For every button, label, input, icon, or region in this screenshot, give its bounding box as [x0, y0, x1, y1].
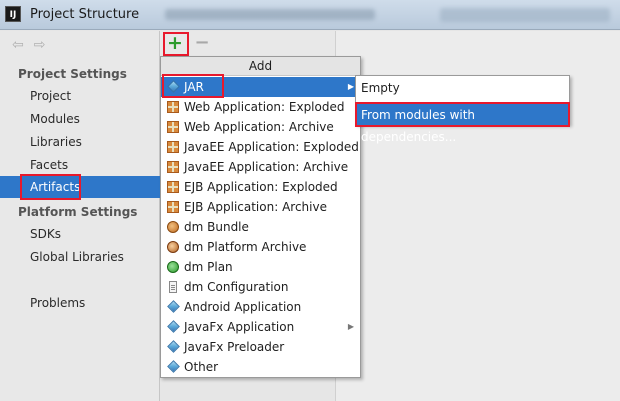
menu-item-label: dm Bundle	[184, 220, 249, 234]
menu-item-label: JavaEE Application: Exploded	[184, 140, 359, 154]
other-icon	[167, 360, 180, 373]
javafx-app-icon	[167, 320, 180, 333]
popup-header: Add	[161, 57, 360, 76]
menu-item-label: dm Plan	[184, 260, 233, 274]
menu-item-ejb-archive[interactable]: EJB Application: Archive	[161, 197, 360, 217]
javaee-archive-icon	[167, 161, 179, 173]
menu-item-label: EJB Application: Archive	[184, 200, 327, 214]
nav-item-sdks[interactable]: SDKs	[0, 223, 160, 245]
menu-item-android-app[interactable]: Android Application	[161, 297, 360, 317]
submenu-separator	[356, 102, 569, 103]
nav-item-facets[interactable]: Facets	[0, 154, 160, 176]
dm-bundle-icon	[167, 221, 179, 233]
menu-item-web-app-archive[interactable]: Web Application: Archive	[161, 117, 360, 137]
add-icon[interactable]: +	[165, 34, 185, 54]
intellij-app-icon: IJ	[5, 6, 21, 22]
menu-item-dm-plan[interactable]: dm Plan	[161, 257, 360, 277]
nav-item-global-libraries[interactable]: Global Libraries	[0, 246, 160, 268]
dm-plan-icon	[167, 261, 179, 273]
nav-item-problems[interactable]: Problems	[0, 292, 160, 314]
menu-item-javaee-exploded[interactable]: JavaEE Application: Exploded	[161, 137, 360, 157]
menu-item-jar[interactable]: JAR ▶	[161, 77, 360, 97]
web-app-archive-icon	[167, 121, 179, 133]
menu-item-label: JavaFx Application	[184, 320, 295, 334]
menu-item-other[interactable]: Other	[161, 357, 360, 377]
window-title: Project Structure	[30, 7, 140, 22]
menu-item-javafx-preloader[interactable]: JavaFx Preloader	[161, 337, 360, 357]
menu-item-label: Web Application: Exploded	[184, 100, 345, 114]
menu-item-label: Other	[184, 360, 219, 374]
menu-item-javafx-app[interactable]: JavaFx Application ▶	[161, 317, 360, 337]
dm-configuration-icon	[169, 281, 177, 293]
artifacts-toolbar: + −	[160, 31, 335, 57]
ejb-archive-icon	[167, 201, 179, 213]
menu-item-label: Web Application: Archive	[184, 120, 334, 134]
blurred-area	[440, 8, 610, 22]
menu-item-dm-configuration[interactable]: dm Configuration	[161, 277, 360, 297]
menu-item-dm-platform-archive[interactable]: dm Platform Archive	[161, 237, 360, 257]
menu-item-label: dm Platform Archive	[184, 240, 307, 254]
menu-item-label: JavaFx Preloader	[184, 340, 285, 354]
settings-nav-pane: ⇦⇨ Project Settings Project Modules Libr…	[0, 31, 160, 401]
menu-item-label: Android Application	[184, 300, 302, 314]
menu-item-web-app-exploded[interactable]: Web Application: Exploded	[161, 97, 360, 117]
menu-item-label: JavaEE Application: Archive	[184, 160, 349, 174]
menu-item-label: EJB Application: Exploded	[184, 180, 338, 194]
platform-settings-header: Platform Settings	[18, 205, 138, 219]
submenu-item-from-modules[interactable]: From modules with dependencies...	[356, 104, 569, 144]
web-app-exploded-icon	[167, 101, 179, 113]
menu-item-label: JAR	[184, 80, 204, 94]
title-bar: IJ Project Structure	[0, 0, 620, 30]
ejb-exploded-icon	[167, 181, 179, 193]
back-arrow-icon[interactable]: ⇦	[12, 37, 34, 53]
jar-icon	[167, 80, 180, 93]
nav-item-modules[interactable]: Modules	[0, 108, 160, 130]
menu-item-javaee-archive[interactable]: JavaEE Application: Archive	[161, 157, 360, 177]
nav-arrows: ⇦⇨	[12, 37, 55, 53]
submenu-arrow-icon: ▶	[347, 322, 354, 331]
menu-item-label: dm Configuration	[184, 280, 289, 294]
dm-platform-archive-icon	[167, 241, 179, 253]
nav-item-artifacts[interactable]: Artifacts	[0, 176, 160, 198]
remove-icon[interactable]: −	[192, 34, 212, 54]
submenu-arrow-icon: ▶	[347, 82, 354, 91]
android-app-icon	[167, 300, 180, 313]
jar-submenu: Empty From modules with dependencies...	[355, 75, 570, 144]
blurred-path	[165, 9, 375, 20]
project-settings-header: Project Settings	[18, 67, 127, 81]
add-popup-menu: Add JAR ▶ Web Application: Exploded Web …	[160, 56, 361, 378]
nav-item-libraries[interactable]: Libraries	[0, 131, 160, 153]
javafx-preloader-icon	[167, 340, 180, 353]
submenu-item-empty[interactable]: Empty	[356, 77, 569, 99]
javaee-exploded-icon	[167, 141, 179, 153]
forward-arrow-icon[interactable]: ⇨	[34, 37, 56, 53]
nav-item-project[interactable]: Project	[0, 85, 160, 107]
menu-item-dm-bundle[interactable]: dm Bundle	[161, 217, 360, 237]
menu-item-ejb-exploded[interactable]: EJB Application: Exploded	[161, 177, 360, 197]
